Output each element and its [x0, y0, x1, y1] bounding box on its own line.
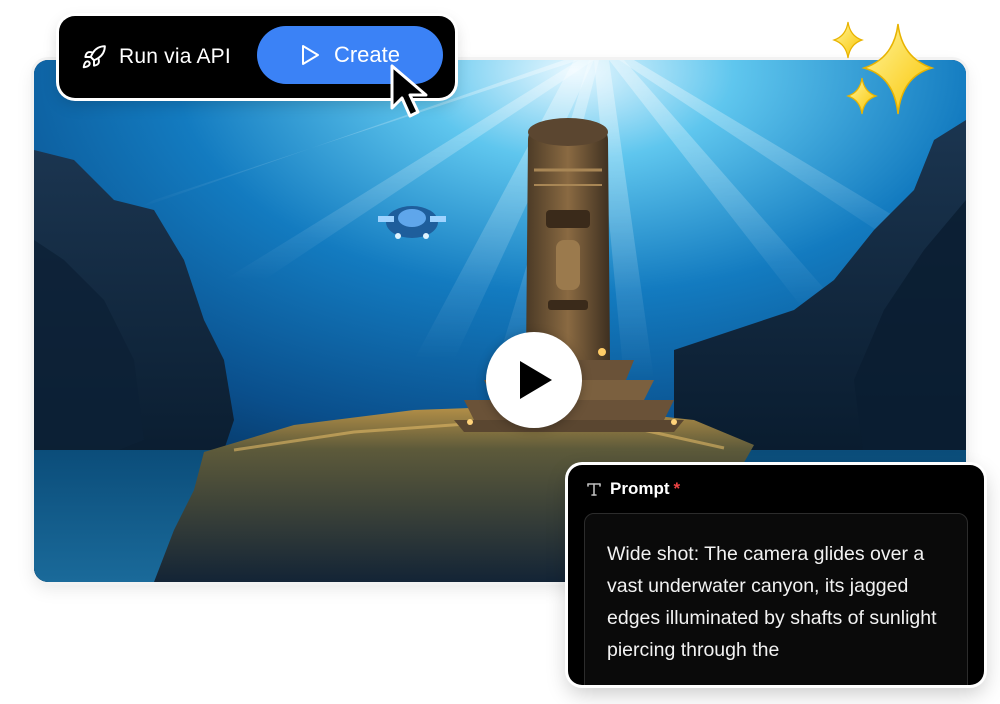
- prompt-label: Prompt: [610, 479, 670, 498]
- required-marker: *: [673, 479, 681, 498]
- play-button[interactable]: [486, 332, 582, 428]
- rocket-icon: [82, 45, 106, 69]
- mouse-cursor-icon: [390, 64, 428, 118]
- run-via-api-label: Run via API: [119, 45, 231, 68]
- play-icon: [520, 361, 552, 399]
- run-via-api-button[interactable]: Run via API: [81, 44, 231, 70]
- text-type-icon: [587, 483, 601, 496]
- prompt-header: Prompt *: [586, 479, 680, 499]
- prompt-panel: Prompt * Wide shot: The camera glides ov…: [568, 465, 984, 685]
- play-outline-icon: [301, 45, 319, 65]
- prompt-textarea[interactable]: Wide shot: The camera glides over a vast…: [584, 513, 968, 685]
- prompt-text: Wide shot: The camera glides over a vast…: [607, 543, 937, 661]
- sparkles-icon: [832, 21, 935, 115]
